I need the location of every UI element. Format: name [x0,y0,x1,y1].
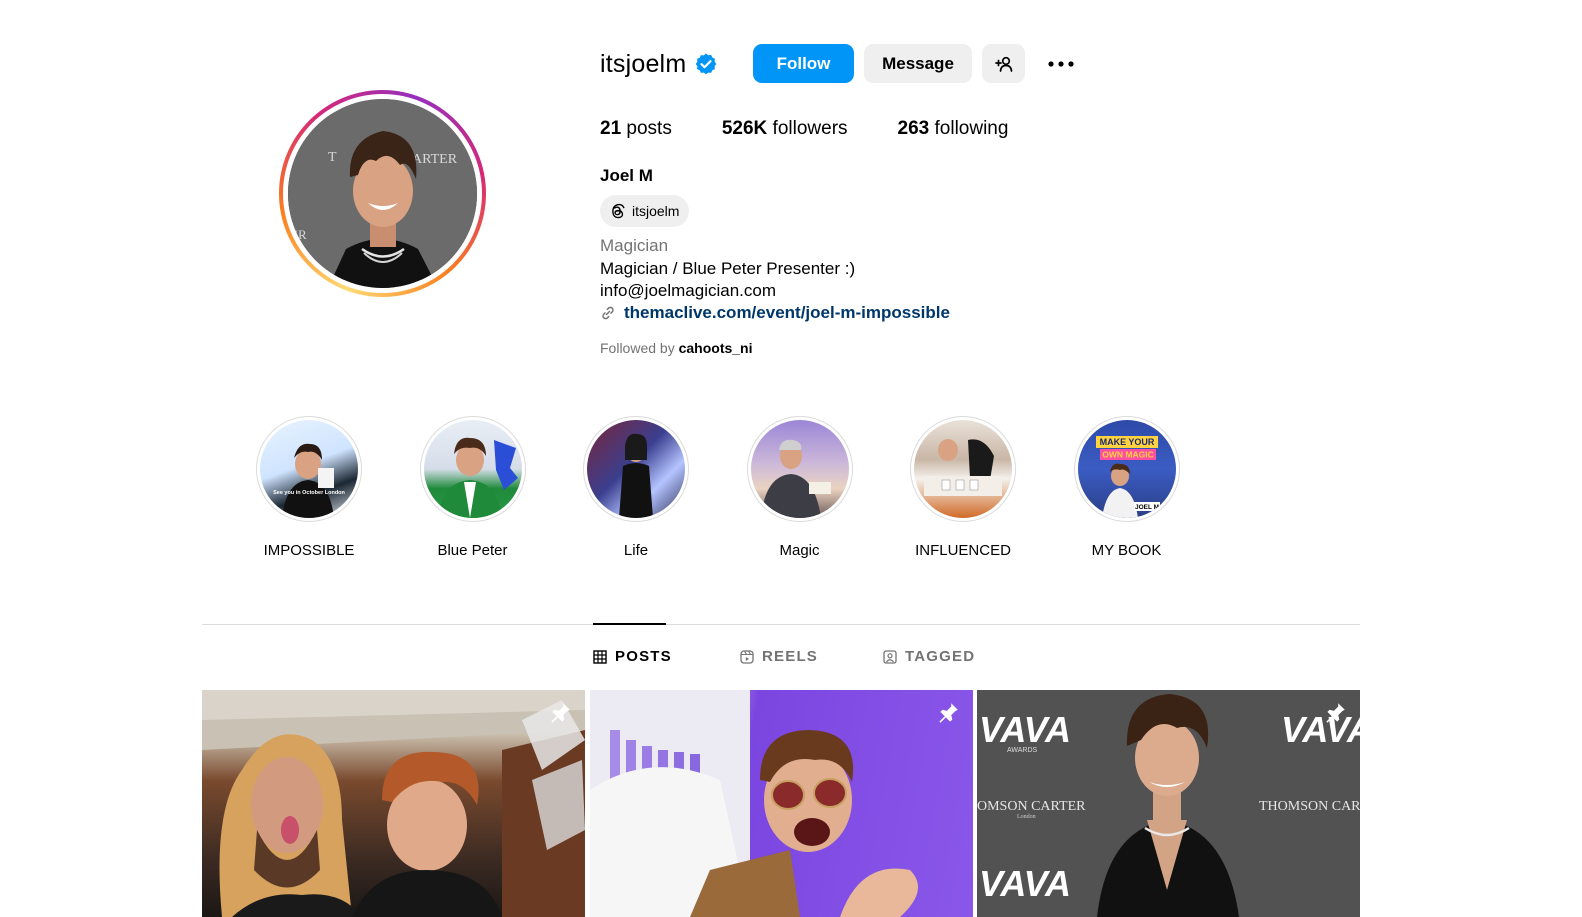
avatar-sign-text-3: ER [290,227,307,242]
more-options-button[interactable] [1040,44,1082,83]
followers-count: 526K [721,118,768,139]
tagged-icon [883,649,897,664]
tab-posts[interactable]: POSTS [593,648,672,665]
bio-link-text[interactable]: themaclive.com/event/joel-m-impossible [624,303,950,323]
username-row: itsjoelm [600,44,718,84]
book-author: JOEL M [1134,504,1158,511]
tab-tagged-label: TAGGED [905,648,976,665]
followed-by-user[interactable]: cahoots_ni [679,340,753,356]
sponsor-text-2: THOMSON CAR [1259,799,1360,814]
profile-username: itsjoelm [600,49,687,78]
follow-button[interactable]: Follow [753,44,854,83]
highlight-cover [587,420,685,518]
tabs-divider [202,624,1360,625]
avatar-gap: T ARTER ER [283,94,482,293]
highlight-banner-text: See you in October London [273,490,345,496]
suggested-users-button[interactable] [982,44,1025,83]
threads-handle: itsjoelm [632,203,680,219]
add-user-icon [994,56,1012,72]
sponsor-text: OMSON CARTER [977,799,1086,814]
book-title-1: MAKE YOUR [1099,437,1154,447]
pin-icon [935,700,961,726]
highlight-blue-peter[interactable]: Blue Peter [419,416,526,559]
highlight-life[interactable]: Life [583,416,689,559]
threads-link[interactable]: itsjoelm [600,195,690,227]
highlight-label: MY BOOK [1091,542,1162,559]
highlight-magic[interactable]: Magic [746,416,853,559]
link-icon [600,305,616,321]
following-stat[interactable]: 263 following [898,118,1009,140]
followers-label: followers [767,118,848,139]
following-label: following [929,118,1009,139]
pin-icon [1322,700,1348,726]
threads-icon [608,202,626,220]
highlight-cover [423,420,522,518]
profile-category: Magician [600,236,669,255]
highlight-label: Magic [779,542,820,559]
profile-avatar[interactable]: T ARTER ER [288,99,477,288]
highlight-label: IMPOSSIBLE [263,542,355,559]
post-image [590,690,918,917]
highlight-label: Life [623,542,649,559]
post-thumbnail[interactable] [590,690,973,917]
highlight-cover: See you in October London [260,420,358,518]
pin-icon [547,700,573,726]
highlight-ring [746,416,853,522]
posts-label: posts [621,118,672,139]
profile-stats: 21 posts 526K followers 263 following [600,118,1058,140]
highlight-ring [583,416,689,522]
avatar-photo: T ARTER ER [288,99,477,288]
post-image: VAVA AWARDS OMSON CARTER London VAVA THO… [977,690,1360,917]
avatar-sign-text-2: ARTER [412,152,458,167]
tab-posts-label: POSTS [615,648,672,665]
vava-logo-text: VAVA [979,709,1071,750]
tab-reels-label: REELS [762,648,819,665]
vava-logo-text-2: VAVA [979,863,1071,904]
highlight-cover [750,420,849,518]
followed-by[interactable]: Followed by cahoots_ni [600,340,753,356]
story-highlights: See you in October London IMPOSSIBLE Blu… [256,416,1237,559]
reels-icon [740,649,754,664]
tab-reels[interactable]: REELS [740,648,818,665]
message-button[interactable]: Message [864,44,972,83]
post-thumbnail[interactable] [202,690,585,917]
highlight-ring [419,416,526,522]
bio-external-link[interactable]: themaclive.com/event/joel-m-impossible [600,303,950,323]
highlight-my-book[interactable]: MAKE YOUR OWN MAGIC JOEL M MY BOOK [1073,416,1180,559]
highlight-label: Blue Peter [437,542,508,559]
vava-logo-text-3: VAVA [1281,709,1360,750]
bio-email: info@joelmagician.com [600,281,777,300]
post-image [202,690,585,917]
posts-count-stat: 21 posts [600,118,672,140]
highlight-ring [910,416,1016,522]
post-thumbnail[interactable]: VAVA AWARDS OMSON CARTER London VAVA THO… [977,690,1360,917]
verified-badge-icon [694,52,718,76]
posts-count: 21 [600,118,622,139]
grid-icon [593,649,607,664]
highlight-cover [914,420,1012,518]
more-options-icon [1048,60,1074,67]
highlight-impossible[interactable]: See you in October London IMPOSSIBLE [256,416,362,559]
sponsor-city-text: London [1017,814,1036,820]
followed-by-prefix: Followed by [600,340,679,356]
profile-full-name: Joel M [600,166,653,185]
profile-avatar-ring[interactable]: T ARTER ER [279,90,486,297]
followers-stat[interactable]: 526K followers [722,118,848,140]
bio-line-1: Magician / Blue Peter Presenter :) [600,259,856,278]
awards-text: AWARDS [1007,747,1038,754]
highlight-influenced[interactable]: INFLUENCED [910,416,1016,559]
highlight-label: INFLUENCED [915,542,1011,559]
tab-tagged[interactable]: TAGGED [883,648,975,665]
highlight-cover: MAKE YOUR OWN MAGIC JOEL M [1077,420,1176,518]
following-count: 263 [897,118,930,139]
highlight-ring: See you in October London [256,416,362,522]
highlight-ring: MAKE YOUR OWN MAGIC JOEL M [1073,416,1180,522]
book-title-2: OWN MAGIC [1102,450,1153,460]
avatar-sign-text-1: T [328,150,337,165]
active-tab-indicator [593,623,666,625]
